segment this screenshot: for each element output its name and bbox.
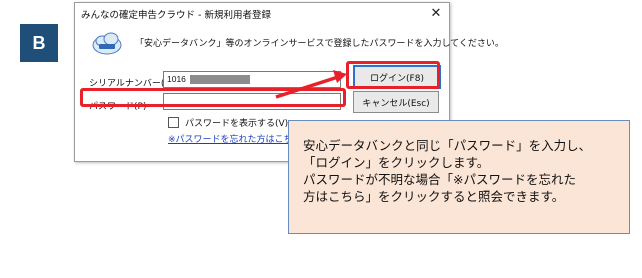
dialog-title: みんなの確定申告クラウド - 新規利用者登録 (81, 10, 271, 21)
serial-number-field[interactable]: 1016 (163, 71, 341, 88)
callout-line: パスワードが不明な場合「※パスワードを忘れた (303, 172, 576, 187)
close-icon[interactable]: ✕ (427, 4, 445, 22)
dialog-description: 「安心データバンク」等のオンラインサービスで登録したパスワードを入力してください… (135, 39, 504, 49)
cloud-app-logo-icon (92, 32, 122, 55)
callout-line: 「ログイン」をクリックします。 (303, 155, 490, 170)
show-password-checkbox[interactable] (168, 117, 179, 128)
dialog-titlebar: みんなの確定申告クラウド - 新規利用者登録 ✕ (75, 3, 449, 23)
login-highlight-box (346, 61, 440, 89)
step-badge: B (20, 24, 58, 62)
show-password-option[interactable]: パスワードを表示する(V) (168, 116, 288, 129)
cancel-button[interactable]: キャンセル(Esc) (353, 91, 439, 113)
show-password-label: パスワードを表示する(V) (185, 119, 289, 129)
password-highlight-box (80, 88, 346, 107)
instruction-callout: 安心データバンクと同じ「パスワード」を入力し、 「ログイン」をクリックします。 … (288, 120, 630, 234)
serial-number-mask (190, 75, 250, 84)
serial-number-value: 1016 (167, 74, 186, 84)
forgot-password-link[interactable]: ※パスワードを忘れた方はこちら (168, 132, 302, 145)
callout-line: 方はこちら」をクリックすると照会できます。 (303, 189, 565, 204)
callout-line: 安心データバンクと同じ「パスワード」を入力し、 (303, 138, 592, 153)
